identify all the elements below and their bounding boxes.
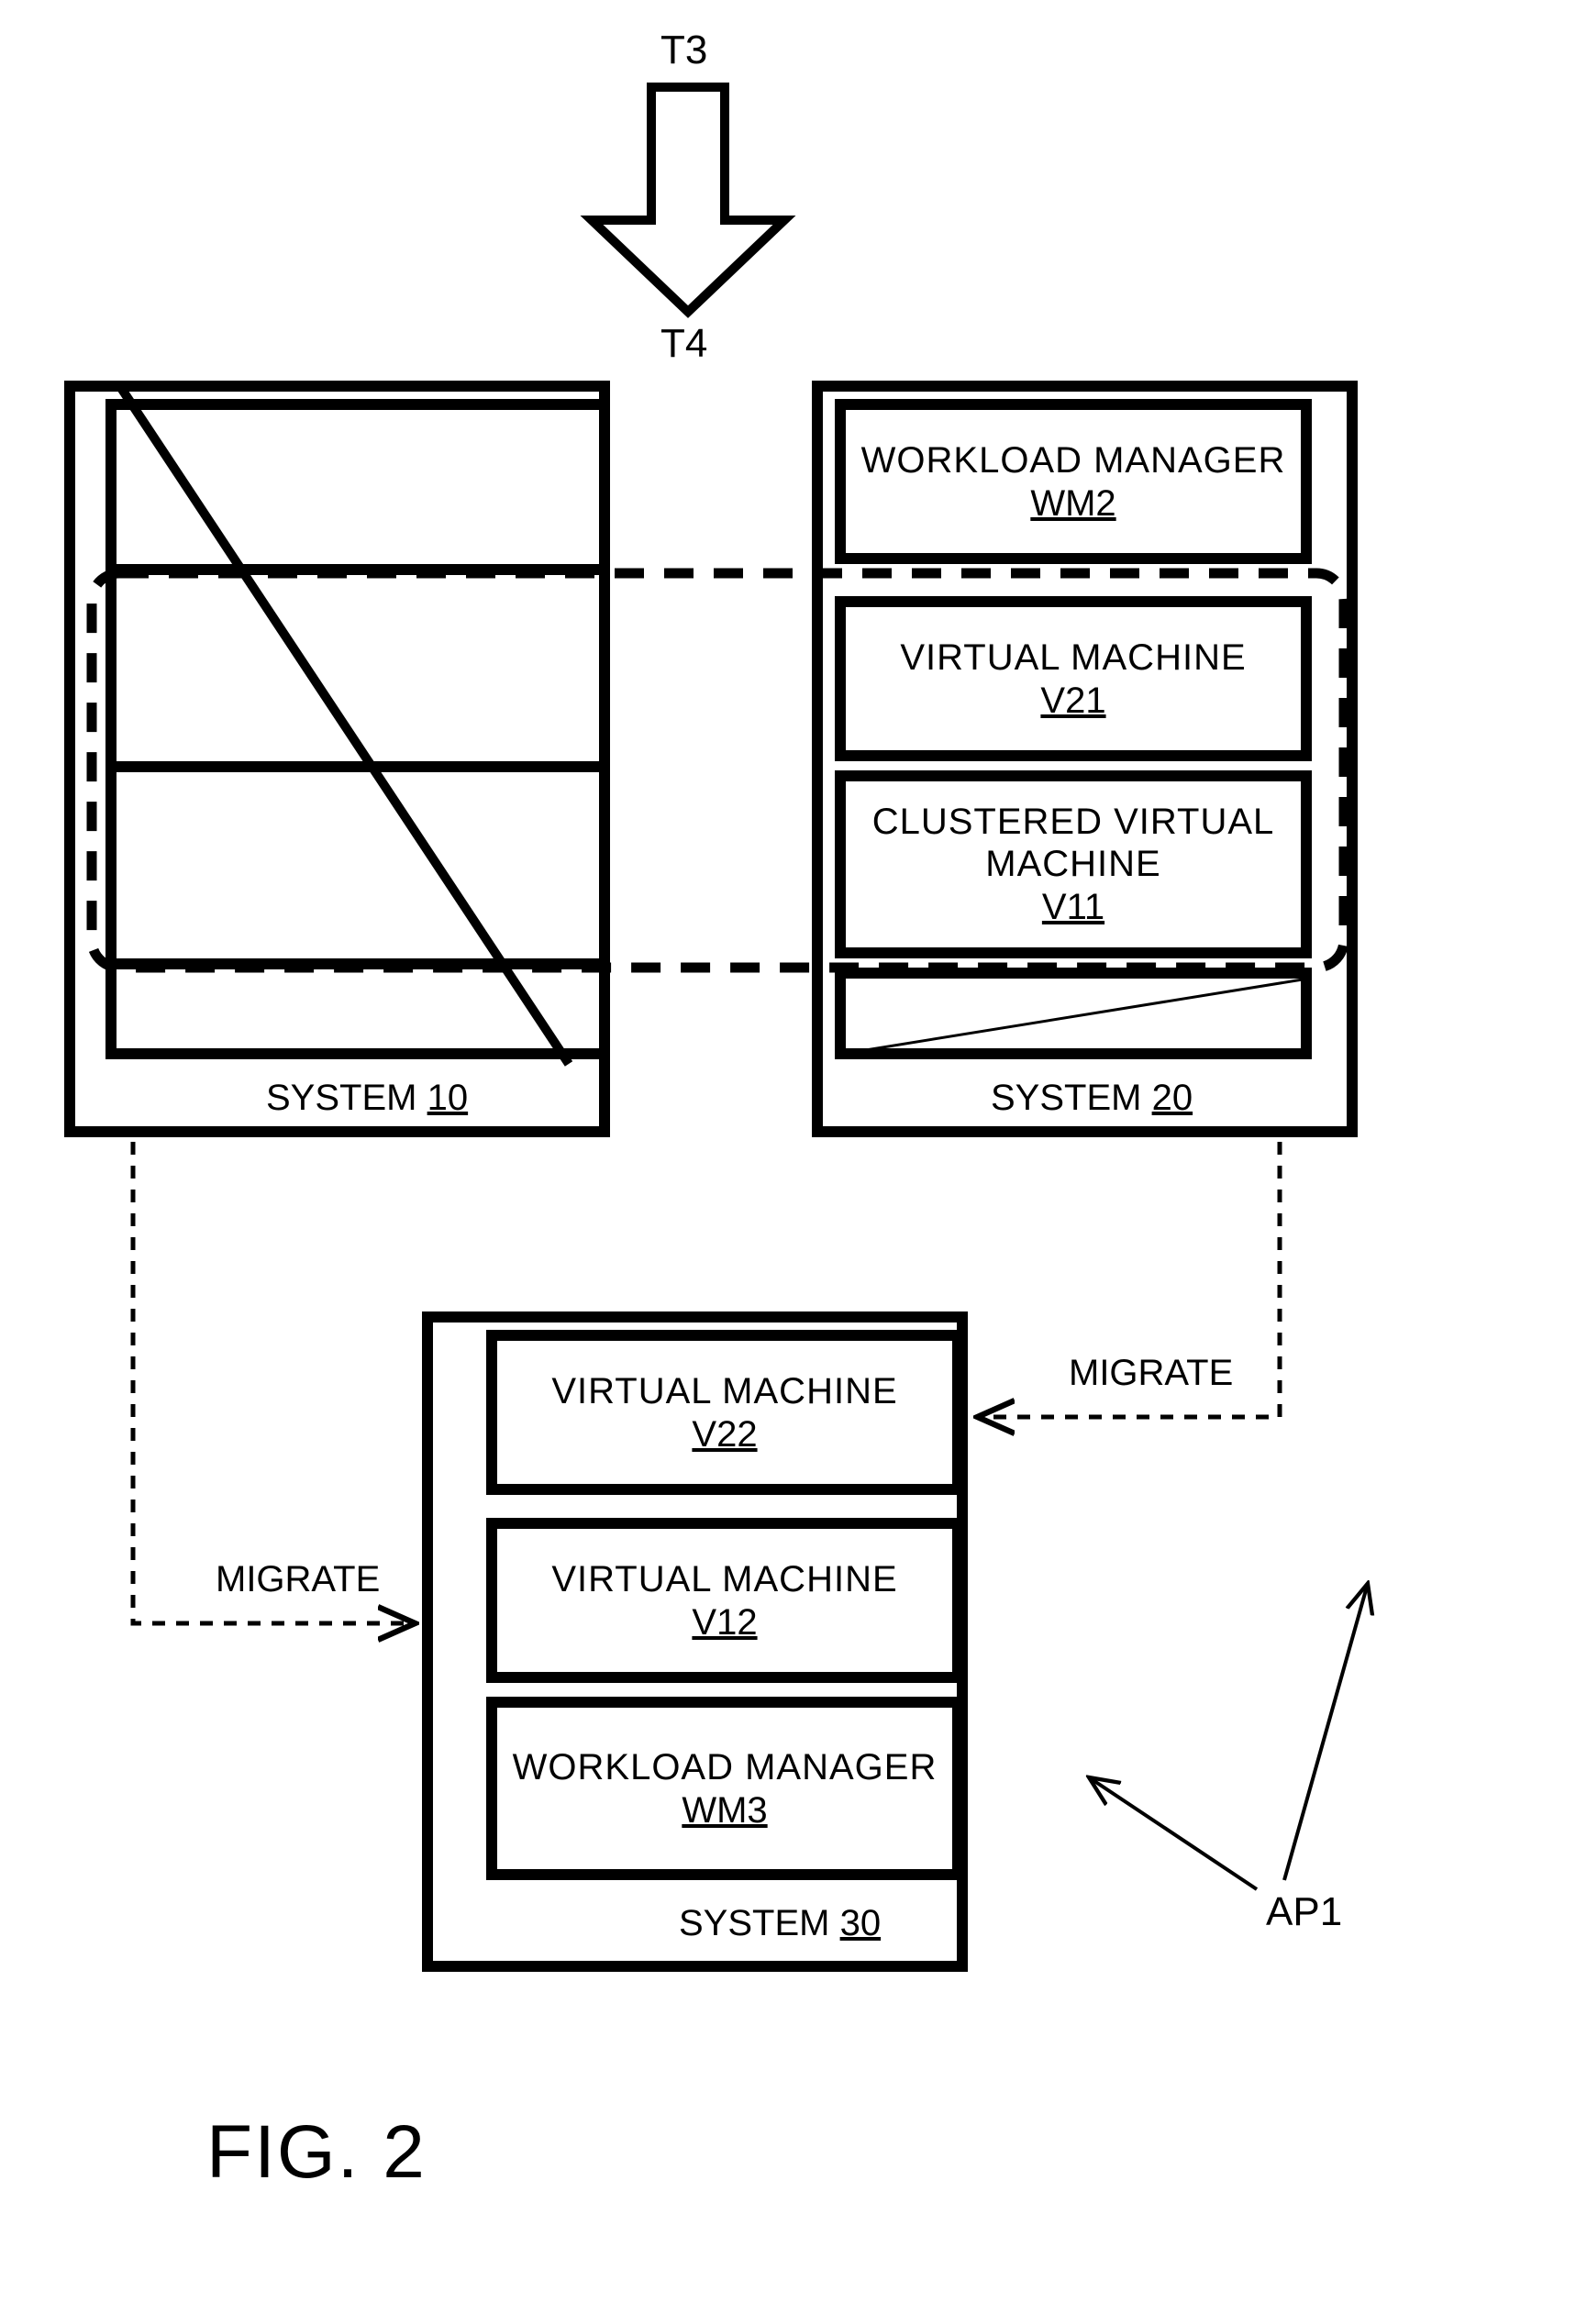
v11-id: V11 xyxy=(1042,887,1104,928)
wm2-id: WM2 xyxy=(1030,483,1115,525)
system20-label-text: SYSTEM xyxy=(991,1078,1141,1118)
system10-id: 10 xyxy=(427,1078,469,1118)
system10-row-2 xyxy=(105,564,610,761)
system10-row-4 xyxy=(105,958,610,1059)
system20-spare xyxy=(835,968,1312,1059)
migrate-left-label: MIGRATE xyxy=(216,1559,380,1600)
system20-id: 20 xyxy=(1152,1078,1193,1118)
overlay-svg xyxy=(0,0,1587,2324)
label-t3: T3 xyxy=(660,28,707,73)
system10-label: SYSTEM 10 xyxy=(266,1078,468,1119)
label-t4: T4 xyxy=(660,321,707,367)
arrow-t3-t4 xyxy=(592,87,784,312)
wm3-label: WORKLOAD MANAGER xyxy=(513,1746,938,1788)
ap1-arrow-up xyxy=(1284,1587,1367,1880)
system10-row-1 xyxy=(105,399,610,564)
wm3-id: WM3 xyxy=(682,1790,767,1832)
system20-label: SYSTEM 20 xyxy=(991,1078,1193,1119)
v22-id: V22 xyxy=(692,1414,757,1455)
v21-label: VIRTUAL MACHINE xyxy=(900,636,1246,679)
ap1-arrow-left xyxy=(1092,1779,1257,1889)
system30-v12: VIRTUAL MACHINE V12 xyxy=(486,1518,963,1683)
system30-id: 30 xyxy=(840,1903,882,1943)
ap1-label: AP1 xyxy=(1266,1889,1342,1935)
v21-id: V21 xyxy=(1040,681,1105,722)
system30-v22: VIRTUAL MACHINE V22 xyxy=(486,1330,963,1495)
wm2-label: WORKLOAD MANAGER xyxy=(861,439,1286,481)
v12-id: V12 xyxy=(692,1602,757,1643)
v12-label: VIRTUAL MACHINE xyxy=(551,1558,897,1600)
system30-wm3: WORKLOAD MANAGER WM3 xyxy=(486,1697,963,1880)
v22-label: VIRTUAL MACHINE xyxy=(551,1370,897,1412)
system20-v21: VIRTUAL MACHINE V21 xyxy=(835,596,1312,761)
system10-label-text: SYSTEM xyxy=(266,1078,416,1118)
system30-label-text: SYSTEM xyxy=(679,1903,829,1943)
system10-row-3 xyxy=(105,761,610,958)
figure-label: FIG. 2 xyxy=(206,2109,427,2196)
v11-label: CLUSTERED VIRTUAL MACHINE xyxy=(846,801,1301,885)
system20-wm2: WORKLOAD MANAGER WM2 xyxy=(835,399,1312,564)
system20-v11: CLUSTERED VIRTUAL MACHINE V11 xyxy=(835,770,1312,958)
migrate-right-label: MIGRATE xyxy=(1069,1353,1233,1394)
migrate-arrow-left xyxy=(133,1142,411,1623)
system30-label: SYSTEM 30 xyxy=(679,1903,881,1944)
